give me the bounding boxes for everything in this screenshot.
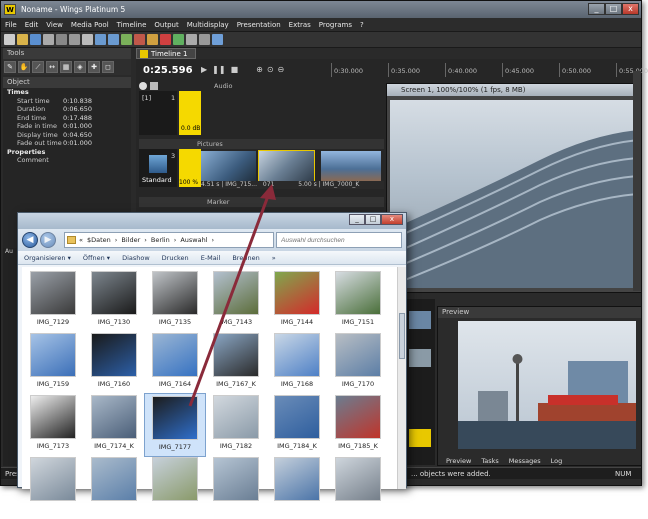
- drag-arrow: [188, 184, 276, 407]
